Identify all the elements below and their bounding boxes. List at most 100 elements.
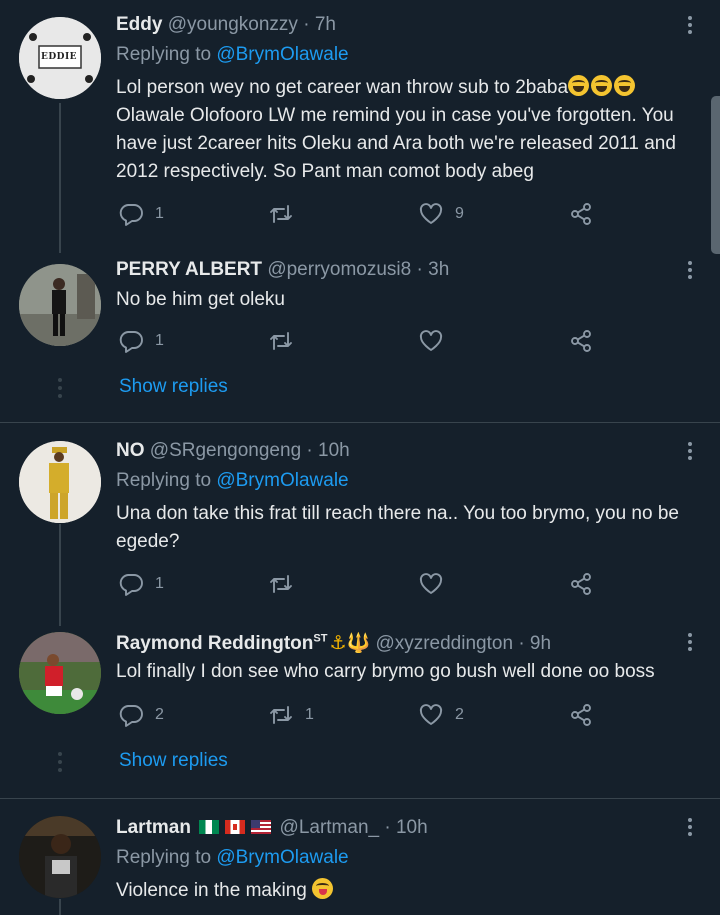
avatar[interactable] bbox=[19, 632, 101, 714]
like-button[interactable] bbox=[418, 569, 455, 599]
avatar-logo-text: EDDIE bbox=[41, 52, 78, 62]
avatar[interactable] bbox=[19, 441, 101, 523]
timestamp[interactable]: · 10h bbox=[384, 817, 427, 838]
tweet-perry-albert[interactable]: PERRY ALBERT @perryomozusi8 · 3h No be h… bbox=[0, 252, 720, 422]
action-bar: 1 bbox=[116, 569, 616, 599]
user-handle[interactable]: @xyzreddington bbox=[375, 633, 513, 654]
timestamp[interactable]: · 3h bbox=[417, 259, 450, 280]
user-handle[interactable]: @Lartman_ bbox=[280, 817, 380, 838]
tweet-text: Una don take this frat till reach there … bbox=[116, 503, 679, 552]
tweet-lartman[interactable]: Lartman @Lartman_ · 10h Replying to @Bry… bbox=[0, 799, 720, 915]
tweet-text-line: Violence in the making bbox=[116, 880, 307, 901]
reply-icon bbox=[119, 204, 143, 226]
share-button[interactable] bbox=[568, 199, 594, 229]
more-icon[interactable] bbox=[680, 258, 700, 282]
scrollbar[interactable] bbox=[711, 96, 720, 254]
user-handle[interactable]: @perryomozusi8 bbox=[267, 259, 411, 280]
show-replies-link[interactable]: Show replies bbox=[119, 750, 228, 772]
avatar-image bbox=[19, 264, 101, 346]
tweet-text: Violence in the making bbox=[116, 877, 706, 905]
replying-label: Replying to bbox=[116, 847, 212, 868]
retweet-button[interactable] bbox=[268, 199, 305, 229]
user-handle[interactable]: @SRgengongeng bbox=[150, 440, 301, 461]
winking-tongue-emoji-icon bbox=[312, 878, 334, 899]
replying-to: Replying to @BrymOlawale bbox=[116, 847, 349, 869]
tweet-text: Lol finally I don see who carry brymo go… bbox=[116, 661, 655, 682]
canada-flag-icon bbox=[225, 820, 246, 834]
reply-button[interactable]: 2 bbox=[118, 700, 164, 730]
heart-icon bbox=[419, 704, 443, 725]
retweet-count: 1 bbox=[305, 706, 314, 723]
tweet-text: Lol person wey no get career wan throw s… bbox=[116, 74, 706, 186]
avatar[interactable] bbox=[19, 816, 101, 898]
share-button[interactable] bbox=[568, 326, 594, 356]
replying-to: Replying to @BrymOlawale bbox=[116, 44, 349, 66]
retweet-button[interactable] bbox=[268, 569, 305, 599]
display-name-text: Raymond Reddington bbox=[116, 633, 314, 654]
share-icon bbox=[571, 330, 591, 352]
tweet-no[interactable]: NO @SRgengongeng · 10h Replying to @Brym… bbox=[0, 423, 720, 626]
usa-flag-icon bbox=[251, 820, 272, 834]
retweet-icon bbox=[270, 575, 292, 593]
more-icon[interactable] bbox=[680, 13, 700, 37]
display-name[interactable]: Raymond ReddingtonST bbox=[116, 633, 327, 654]
tweet-text: No be him get oleku bbox=[116, 289, 285, 310]
retweet-button[interactable]: 1 bbox=[268, 700, 314, 730]
reply-count: 1 bbox=[155, 205, 164, 222]
avatar[interactable] bbox=[19, 264, 101, 346]
more-icon[interactable] bbox=[680, 630, 700, 654]
like-count: 9 bbox=[455, 205, 464, 222]
tweet-eddy[interactable]: EDDIE Eddy @youngkonzzy · 7h Replying to… bbox=[0, 0, 720, 253]
reply-icon bbox=[119, 705, 143, 727]
like-button[interactable] bbox=[418, 326, 455, 356]
avatar[interactable]: EDDIE bbox=[19, 17, 101, 99]
display-name[interactable]: Eddy bbox=[116, 14, 162, 35]
like-button[interactable]: 2 bbox=[418, 700, 464, 730]
share-button[interactable] bbox=[568, 700, 594, 730]
mention-link[interactable]: @BrymOlawale bbox=[216, 847, 348, 868]
share-icon bbox=[571, 203, 591, 225]
replying-label: Replying to bbox=[116, 44, 212, 65]
tweet-header: NO @SRgengongeng · 10h bbox=[116, 440, 350, 462]
reply-button[interactable]: 1 bbox=[118, 199, 164, 229]
reply-button[interactable]: 1 bbox=[118, 326, 164, 356]
timestamp[interactable]: · 7h bbox=[303, 14, 336, 35]
action-bar: 1 9 bbox=[116, 199, 616, 229]
show-replies-link[interactable]: Show replies bbox=[119, 376, 228, 398]
heart-icon bbox=[419, 203, 443, 224]
laughing-emoji-icon bbox=[591, 75, 613, 96]
retweet-button[interactable] bbox=[268, 326, 305, 356]
display-name[interactable]: NO bbox=[116, 440, 145, 461]
mention-link[interactable]: @BrymOlawale bbox=[216, 44, 348, 65]
reply-button[interactable]: 1 bbox=[118, 569, 164, 599]
reply-icon bbox=[119, 574, 143, 596]
mention-link[interactable]: @BrymOlawale bbox=[216, 470, 348, 491]
retweet-icon bbox=[270, 205, 292, 223]
share-button[interactable] bbox=[568, 569, 594, 599]
user-handle[interactable]: @youngkonzzy bbox=[168, 14, 298, 35]
display-name[interactable]: Lartman bbox=[116, 817, 191, 838]
laughing-emoji-icon bbox=[568, 75, 590, 96]
more-icon[interactable] bbox=[680, 815, 700, 839]
nigeria-flag-icon bbox=[199, 820, 220, 834]
like-count: 2 bbox=[455, 706, 464, 723]
reply-icon bbox=[119, 331, 143, 353]
tweet-raymond-reddington[interactable]: Raymond ReddingtonST ⚓🔱 @xyzreddington · … bbox=[0, 626, 720, 798]
replying-to: Replying to @BrymOlawale bbox=[116, 470, 349, 492]
avatar-image bbox=[19, 816, 101, 898]
display-name-superscript: ST bbox=[313, 632, 328, 645]
replying-label: Replying to bbox=[116, 470, 212, 491]
tweet-header: Eddy @youngkonzzy · 7h bbox=[116, 14, 336, 36]
timestamp[interactable]: · 10h bbox=[306, 440, 349, 461]
more-icon[interactable] bbox=[680, 439, 700, 463]
like-button[interactable]: 9 bbox=[418, 199, 464, 229]
heart-icon bbox=[419, 573, 443, 594]
tweet-header: PERRY ALBERT @perryomozusi8 · 3h bbox=[116, 259, 449, 281]
reply-count: 1 bbox=[155, 332, 164, 349]
action-bar: 1 bbox=[116, 326, 616, 356]
thread-continuation-dots bbox=[57, 752, 63, 772]
display-name[interactable]: PERRY ALBERT bbox=[116, 259, 262, 280]
retweet-icon bbox=[270, 332, 292, 350]
timestamp[interactable]: · 9h bbox=[518, 633, 551, 654]
tweet-text-line: Lol person wey no get career wan throw s… bbox=[116, 77, 569, 98]
